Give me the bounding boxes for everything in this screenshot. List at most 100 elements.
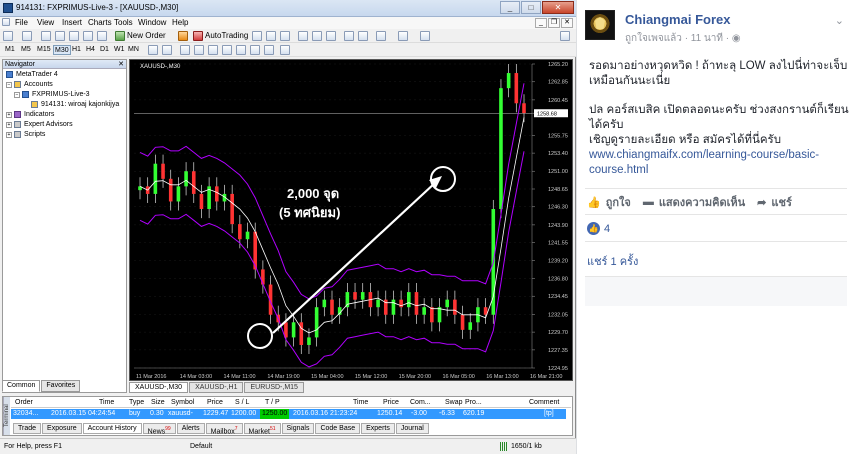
child-restore-button[interactable]: ❐	[548, 18, 560, 28]
page-name[interactable]: Chiangmai Forex	[625, 12, 730, 27]
comment-button[interactable]: ▬ แสดงความคิดเห็น	[643, 195, 745, 209]
page-avatar[interactable]	[585, 10, 615, 40]
minimize-button[interactable]: _	[500, 1, 520, 14]
share-button[interactable]: ➦ แชร์	[757, 195, 792, 210]
col-close-price[interactable]: Price	[383, 399, 399, 406]
tree-item-server[interactable]: − FXPRIMUS-Live-3	[14, 91, 90, 98]
tf-w1[interactable]: W1	[113, 45, 126, 55]
crosshair-icon[interactable]	[162, 45, 172, 55]
menu-view[interactable]: View	[37, 18, 54, 27]
menu-file[interactable]: File	[15, 18, 28, 27]
search-icon[interactable]	[560, 31, 570, 41]
new-chart-icon[interactable]	[3, 31, 13, 41]
data-window-icon[interactable]	[55, 31, 65, 41]
tf-d1[interactable]: D1	[99, 45, 110, 55]
cursor-icon[interactable]	[148, 45, 158, 55]
price-chart[interactable]: XAUUSD-,M30 1265.20 1262.85 1260.45 1258.68…	[129, 59, 573, 381]
line-chart-icon[interactable]	[280, 31, 290, 41]
tf-m15[interactable]: M15	[36, 45, 52, 55]
col-comment[interactable]: Comment	[529, 399, 559, 406]
collapse-icon[interactable]: −	[14, 91, 20, 98]
horizontal-line-icon[interactable]	[194, 45, 204, 55]
child-close-button[interactable]: ✕	[561, 18, 573, 28]
tf-m5[interactable]: M5	[20, 45, 32, 55]
col-time[interactable]: Time	[99, 399, 114, 406]
like-button[interactable]: 👍 ถูกใจ	[587, 195, 631, 210]
table-row[interactable]: 32034... 2016.03.15 04:24:54 buy 0.30 xa…	[11, 409, 566, 419]
close-button[interactable]: ✕	[542, 1, 574, 14]
col-profit[interactable]: Pro...	[465, 399, 482, 406]
expand-icon[interactable]: +	[6, 131, 12, 138]
tab-news[interactable]: News99	[142, 423, 176, 435]
templates-icon[interactable]	[420, 31, 430, 41]
col-size[interactable]: Size	[151, 399, 165, 406]
autotrading-icon[interactable]	[193, 31, 203, 41]
navigator-icon[interactable]	[69, 31, 79, 41]
col-price[interactable]: Price	[207, 399, 223, 406]
menu-tools[interactable]: Tools	[114, 18, 133, 27]
expand-icon[interactable]: +	[6, 111, 12, 118]
tab-exposure[interactable]: Exposure	[42, 423, 82, 434]
tab-signals[interactable]: Signals	[281, 423, 315, 434]
col-sl[interactable]: S / L	[235, 399, 249, 406]
strategy-tester-icon[interactable]	[97, 31, 107, 41]
tf-h1[interactable]: H1	[71, 45, 82, 55]
tab-alerts[interactable]: Alerts	[176, 423, 205, 434]
tab-journal[interactable]: Journal	[395, 423, 429, 434]
menu-help[interactable]: Help	[172, 18, 188, 27]
chart-tab-eurusd-m15[interactable]: EURUSD-,M15	[244, 382, 304, 393]
bar-chart-icon[interactable]	[252, 31, 262, 41]
periods-icon[interactable]	[398, 31, 408, 41]
tree-item-experts[interactable]: + Expert Advisors	[6, 121, 73, 128]
zoom-out-icon[interactable]	[312, 31, 322, 41]
new-order-button[interactable]: New Order	[127, 31, 166, 40]
maximize-button[interactable]: □	[521, 1, 541, 14]
vertical-line-icon[interactable]	[180, 45, 190, 55]
chart-canvas[interactable]: XAUUSD-,M30 1265.20 1262.85 1260.45 1258.68…	[130, 60, 573, 381]
tf-m1[interactable]: M1	[4, 45, 16, 55]
col-swap[interactable]: Swap	[445, 399, 463, 406]
auto-scroll-icon[interactable]	[344, 31, 354, 41]
share-count[interactable]: แชร์ 1 ครั้ง	[587, 252, 638, 270]
new-order-icon[interactable]	[115, 31, 125, 41]
tab-mailbox[interactable]: Mailbox7	[205, 423, 243, 435]
tab-account-history[interactable]: Account History	[82, 423, 142, 434]
tf-h4[interactable]: H4	[85, 45, 96, 55]
tree-item-indicators[interactable]: + Indicators	[6, 111, 54, 118]
fibonacci-icon[interactable]	[236, 45, 246, 55]
text-label-icon[interactable]	[264, 45, 274, 55]
col-commission[interactable]: Com...	[410, 399, 431, 406]
arrows-icon[interactable]	[280, 45, 290, 55]
zoom-in-icon[interactable]	[298, 31, 308, 41]
text-icon[interactable]	[250, 45, 260, 55]
market-watch-icon[interactable]	[41, 31, 51, 41]
tab-code-base[interactable]: Code Base	[315, 423, 361, 434]
collapse-icon[interactable]: −	[6, 81, 12, 88]
like-count[interactable]: 👍 4	[587, 222, 610, 235]
chevron-down-icon[interactable]: ⌄	[835, 14, 844, 27]
comment-area[interactable]	[585, 276, 847, 306]
trendline-icon[interactable]	[208, 45, 218, 55]
profiles-icon[interactable]	[22, 31, 32, 41]
col-close-time[interactable]: Time	[353, 399, 368, 406]
course-link[interactable]: www.chiangmaifx.com/learning-course/basi…	[589, 148, 851, 178]
candlestick-icon[interactable]	[266, 31, 276, 41]
tree-item-scripts[interactable]: + Scripts	[6, 131, 45, 138]
col-symbol[interactable]: Symbol	[171, 399, 194, 406]
terminal-icon[interactable]	[83, 31, 93, 41]
channel-icon[interactable]	[222, 45, 232, 55]
tab-favorites[interactable]: Favorites	[41, 380, 81, 392]
tab-trade[interactable]: Trade	[13, 423, 42, 434]
chart-shift-icon[interactable]	[358, 31, 368, 41]
tree-item-accounts[interactable]: − Accounts	[6, 81, 53, 88]
autotrading-button[interactable]: AutoTrading	[205, 31, 248, 40]
menu-charts[interactable]: Charts	[88, 18, 112, 27]
tf-mn[interactable]: MN	[127, 45, 140, 55]
tab-market[interactable]: Market51	[243, 423, 281, 435]
menu-window[interactable]: Window	[138, 18, 166, 27]
tab-experts[interactable]: Experts	[361, 423, 395, 434]
tile-windows-icon[interactable]	[326, 31, 336, 41]
chart-tab-xauusd-h1[interactable]: XAUUSD-,H1	[189, 382, 244, 393]
menu-insert[interactable]: Insert	[62, 18, 82, 27]
metaeditor-icon[interactable]	[178, 31, 188, 41]
